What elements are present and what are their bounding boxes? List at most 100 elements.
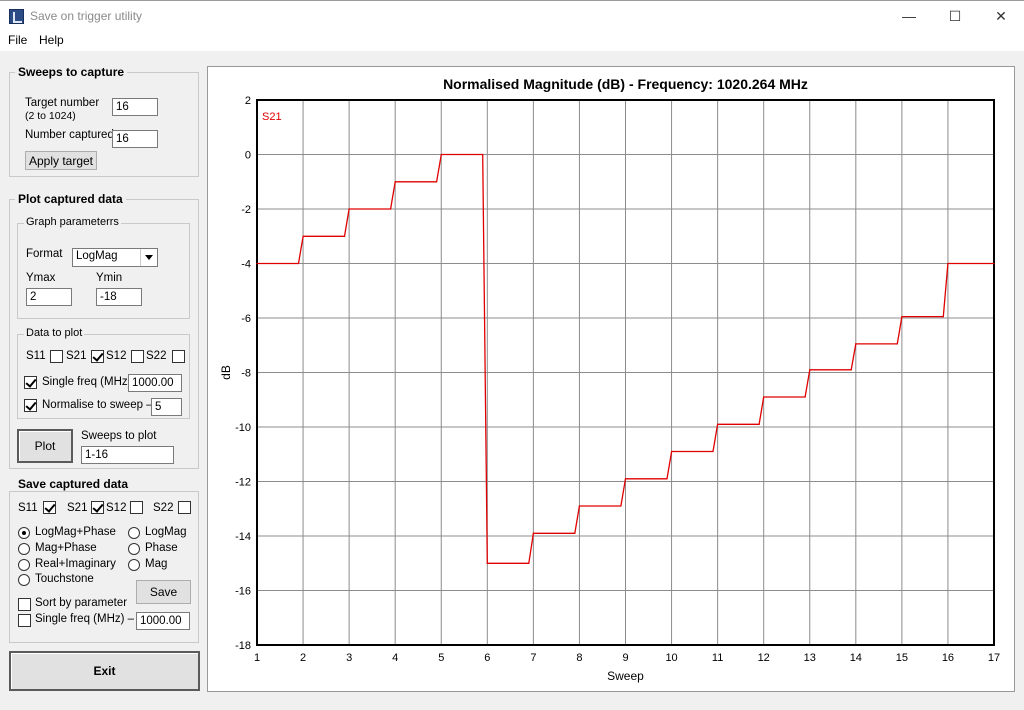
single-freq-checkbox[interactable] (24, 376, 37, 389)
real-imaginary-radio[interactable] (18, 559, 30, 571)
number-captured-label: Number captured (25, 129, 114, 141)
data-point (712, 450, 714, 453)
target-number-input[interactable]: 16 (112, 98, 158, 116)
window-title: Save on trigger utility (30, 9, 143, 23)
logmag-radio[interactable] (128, 527, 140, 539)
mag-phase-label: Mag+Phase (35, 542, 97, 554)
ymax-input[interactable]: 2 (26, 288, 72, 306)
logmag-label: LogMag (145, 526, 187, 538)
y-tick-label: 2 (245, 95, 251, 107)
data-point (436, 181, 438, 183)
exit-button[interactable]: Exit (9, 651, 200, 691)
plot-button[interactable]: Plot (17, 429, 73, 463)
title-bar: Save on trigger utility — ☐ ✕ (0, 0, 1024, 31)
ymin-input[interactable]: -18 (96, 288, 142, 306)
phase-radio[interactable] (128, 543, 140, 555)
menu-help[interactable]: Help (39, 33, 64, 47)
y-tick-label: -4 (241, 259, 251, 271)
data-point (394, 181, 396, 183)
menu-file[interactable]: File (8, 33, 27, 47)
plot-s12-checkbox[interactable] (131, 350, 144, 363)
plot-s21-label: S21 (66, 350, 87, 362)
y-tick-label: -6 (241, 313, 251, 325)
save-button[interactable]: Save (136, 580, 191, 604)
data-point (850, 369, 852, 371)
save-s11-checkbox[interactable] (43, 501, 56, 514)
y-tick-label: -18 (235, 640, 251, 652)
sweeps-to-plot-label: Sweeps to plot (81, 430, 157, 442)
single-freq-input[interactable]: 1000.00 (128, 374, 182, 392)
data-point (297, 262, 300, 265)
x-tick-label: 5 (438, 652, 444, 664)
save-s21-label: S21 (67, 502, 88, 514)
x-tick-label: 3 (346, 652, 352, 664)
normalise-checkbox[interactable] (24, 399, 37, 412)
data-point (717, 423, 719, 425)
y-axis-label: dB (219, 365, 233, 380)
save-s22-checkbox[interactable] (178, 501, 191, 514)
y-tick-label: -14 (235, 531, 251, 543)
target-range-label: (2 to 1024) (25, 110, 76, 122)
target-number-label: Target number (25, 97, 100, 109)
data-point (993, 262, 995, 265)
data-point (390, 208, 392, 210)
menu-bar: File Help (0, 31, 1024, 51)
plot-s11-label: S11 (26, 350, 46, 362)
x-tick-label: 4 (392, 652, 398, 664)
save-single-freq-checkbox[interactable] (18, 614, 31, 627)
real-imaginary-label: Real+Imaginary (35, 558, 116, 570)
apply-target-button[interactable]: Apply target (25, 151, 97, 170)
data-point (763, 396, 765, 398)
save-s21-checkbox[interactable] (91, 501, 104, 514)
sweeps-to-plot-input[interactable]: 1-16 (81, 446, 174, 464)
plot-group-title: Plot captured data (15, 192, 126, 206)
y-tick-label: -10 (235, 422, 251, 434)
data-point (440, 153, 442, 156)
maximize-button[interactable]: ☐ (932, 1, 978, 31)
data-point (671, 450, 673, 453)
data-point (578, 505, 580, 507)
save-single-freq-input[interactable]: 1000.00 (136, 612, 190, 630)
format-select-value: LogMag (76, 250, 118, 262)
ymin-label: Ymin (96, 272, 123, 284)
plot-s11-checkbox[interactable] (50, 350, 63, 363)
close-button[interactable]: ✕ (978, 1, 1024, 31)
touchstone-radio[interactable] (18, 574, 30, 586)
plot-s22-checkbox[interactable] (172, 350, 185, 363)
data-point (482, 153, 484, 156)
data-point (486, 562, 488, 564)
chevron-down-icon (140, 249, 157, 266)
data-point (758, 423, 760, 425)
normalise-sweep-input[interactable]: 5 (151, 398, 182, 416)
y-tick-label: -16 (235, 586, 251, 598)
x-tick-label: 2 (300, 652, 306, 664)
minimize-button[interactable]: — (886, 1, 932, 31)
legend-s21: S21 (262, 111, 282, 123)
plot-panel: Normalised Magnitude (dB) - Frequency: 1… (207, 66, 1015, 692)
x-tick-label: 6 (484, 652, 490, 664)
graph-parameters-title: Graph parameterrs (24, 216, 121, 228)
format-label: Format (26, 248, 63, 260)
data-point (804, 396, 806, 398)
save-s22-label: S22 (153, 502, 174, 514)
x-tick-label: 12 (758, 652, 770, 664)
mag-radio[interactable] (128, 559, 140, 571)
chart-title: Normalised Magnitude (dB) - Frequency: 1… (443, 76, 808, 92)
data-point (532, 532, 534, 534)
mag-phase-radio[interactable] (18, 543, 30, 555)
x-tick-label: 17 (988, 652, 1000, 664)
plot-s21-checkbox[interactable] (91, 350, 104, 363)
data-point (348, 208, 350, 210)
phase-label: Phase (145, 542, 178, 554)
data-point (896, 343, 898, 345)
data-point (528, 562, 530, 564)
number-captured-field: 16 (112, 130, 158, 148)
x-tick-label: 8 (576, 652, 582, 664)
logmag-phase-radio[interactable] (18, 527, 30, 539)
save-s12-label: S12 (106, 502, 127, 514)
save-s12-checkbox[interactable] (130, 501, 143, 514)
data-point (624, 478, 627, 480)
y-tick-label: -12 (235, 477, 251, 489)
sort-by-parameter-checkbox[interactable] (18, 598, 31, 611)
format-select[interactable]: LogMag (72, 248, 158, 267)
